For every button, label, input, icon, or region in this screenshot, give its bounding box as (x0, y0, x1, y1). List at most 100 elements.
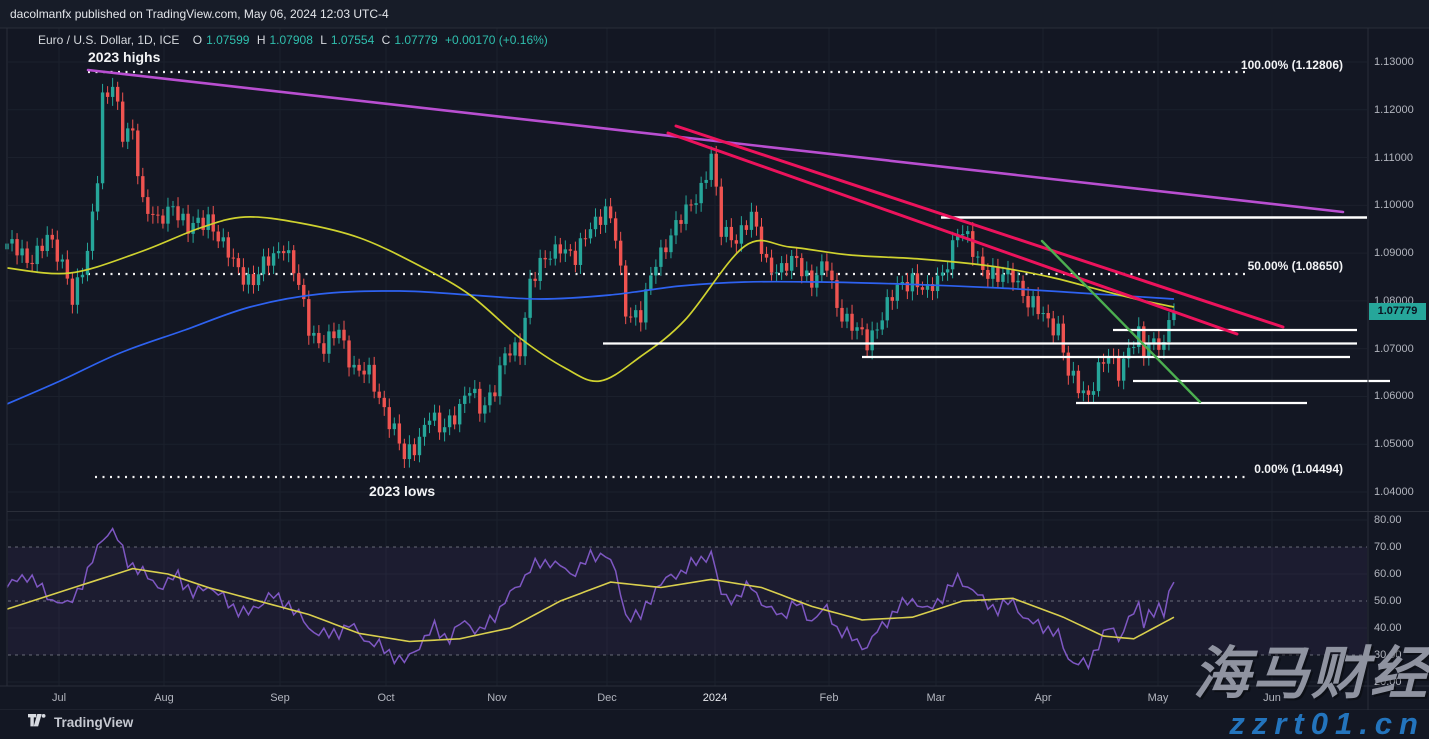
candle-body (785, 263, 788, 271)
candle-body (1087, 390, 1090, 394)
candle-body (855, 327, 858, 331)
candle-body (46, 235, 49, 251)
candle-body (96, 183, 99, 211)
candle-body (538, 258, 541, 281)
candle-body (740, 225, 743, 243)
time-tick-label-jul: Jul (37, 692, 81, 704)
candle-body (639, 310, 642, 322)
change-value: +0.00170 (+0.16%) (445, 33, 548, 47)
low-value: 1.07554 (331, 33, 374, 47)
candle-body (704, 180, 707, 183)
candle-body (312, 333, 315, 336)
candle-body (669, 235, 672, 252)
time-tick-label-apr: Apr (1021, 692, 1065, 704)
candle-body (830, 271, 833, 280)
candle-body (227, 237, 230, 257)
candle-body (1132, 347, 1135, 348)
candle-body (232, 258, 235, 259)
chart-canvas[interactable] (0, 0, 1429, 739)
candle-body (86, 251, 89, 275)
candle-body (71, 279, 74, 305)
pink-channel-upper (676, 126, 1283, 327)
candle-body (418, 437, 421, 455)
candle-body (805, 270, 808, 276)
green-short-term-downtrend (1042, 241, 1200, 402)
candle-body (272, 253, 275, 265)
watermark-cn: 海马财经 (1193, 646, 1429, 703)
candle-body (735, 240, 738, 243)
price-tick-label: 1.09000 (1374, 247, 1414, 259)
low-label: L (320, 33, 327, 47)
candle-body (996, 266, 999, 281)
candle-body (378, 392, 381, 398)
candle-body (860, 327, 863, 329)
candle-body (881, 320, 884, 329)
candle-body (277, 251, 280, 253)
time-tick-label-mar: Mar (914, 692, 958, 704)
candle-body (453, 415, 456, 424)
watermark-url: zzrt01.cn (1229, 708, 1425, 739)
candle-body (237, 258, 240, 267)
candle-body (765, 254, 768, 258)
candle-body (307, 299, 310, 336)
rsi-tick-label: 60.00 (1374, 568, 1402, 580)
candle-body (574, 251, 577, 265)
candle-body (559, 244, 562, 253)
time-tick-label-2024: 2024 (693, 692, 737, 704)
candle-body (554, 244, 557, 258)
candle-body (247, 274, 250, 285)
candle-body (619, 241, 622, 266)
candle-body (41, 246, 44, 251)
candle-body (533, 279, 536, 281)
price-tick-label: 1.10000 (1374, 199, 1414, 211)
candle-body (549, 259, 552, 260)
candlestick-series (5, 78, 1175, 468)
high-value: 1.07908 (269, 33, 312, 47)
candle-body (151, 214, 154, 215)
candle-body (966, 231, 969, 234)
candle-body (141, 176, 144, 197)
candle-body (1041, 313, 1044, 314)
candle-body (342, 330, 345, 341)
candle-body (911, 273, 914, 291)
open-value: 1.07599 (206, 33, 249, 47)
candle-body (649, 275, 652, 289)
high-label: H (257, 33, 266, 47)
candle-body (448, 415, 451, 427)
candle-body (941, 272, 944, 275)
price-tick-label: 1.12000 (1374, 104, 1414, 116)
candle-body (564, 249, 567, 253)
candle-body (951, 240, 954, 269)
candle-body (207, 214, 210, 230)
open-label: O (193, 33, 202, 47)
candle-body (56, 240, 59, 262)
price-tick-label: 1.13000 (1374, 56, 1414, 68)
candle-body (624, 266, 627, 317)
candle-body (775, 272, 778, 273)
candle-body (357, 365, 360, 371)
tradingview-brand[interactable]: TradingView (28, 714, 133, 730)
candle-body (483, 405, 486, 413)
candle-body (1001, 274, 1004, 282)
candle-body (689, 204, 692, 205)
candle-body (513, 342, 516, 355)
candle-body (1117, 357, 1120, 380)
tradingview-chart-page: dacolmanfx published on TradingView.com,… (0, 0, 1429, 739)
candle-body (362, 371, 365, 375)
time-tick-label-sep: Sep (258, 692, 302, 704)
candle-body (66, 259, 69, 278)
candle-body (1077, 371, 1080, 393)
candle-body (644, 289, 647, 322)
fib-label-50: 50.00% (1.08650) (1248, 259, 1343, 273)
close-value: 1.07779 (394, 33, 437, 47)
candle-body (679, 220, 682, 224)
symbol-title[interactable]: Euro / U.S. Dollar, 1D, ICE (38, 33, 179, 47)
candle-body (473, 389, 476, 393)
candle-body (488, 392, 491, 405)
symbol-header[interactable]: Euro / U.S. Dollar, 1D, ICE O1.07599 H1.… (38, 33, 552, 47)
candle-body (1092, 391, 1095, 395)
candle-body (1031, 296, 1034, 307)
candle-body (242, 267, 245, 284)
candle-body (720, 187, 723, 237)
candle-body (337, 330, 340, 338)
